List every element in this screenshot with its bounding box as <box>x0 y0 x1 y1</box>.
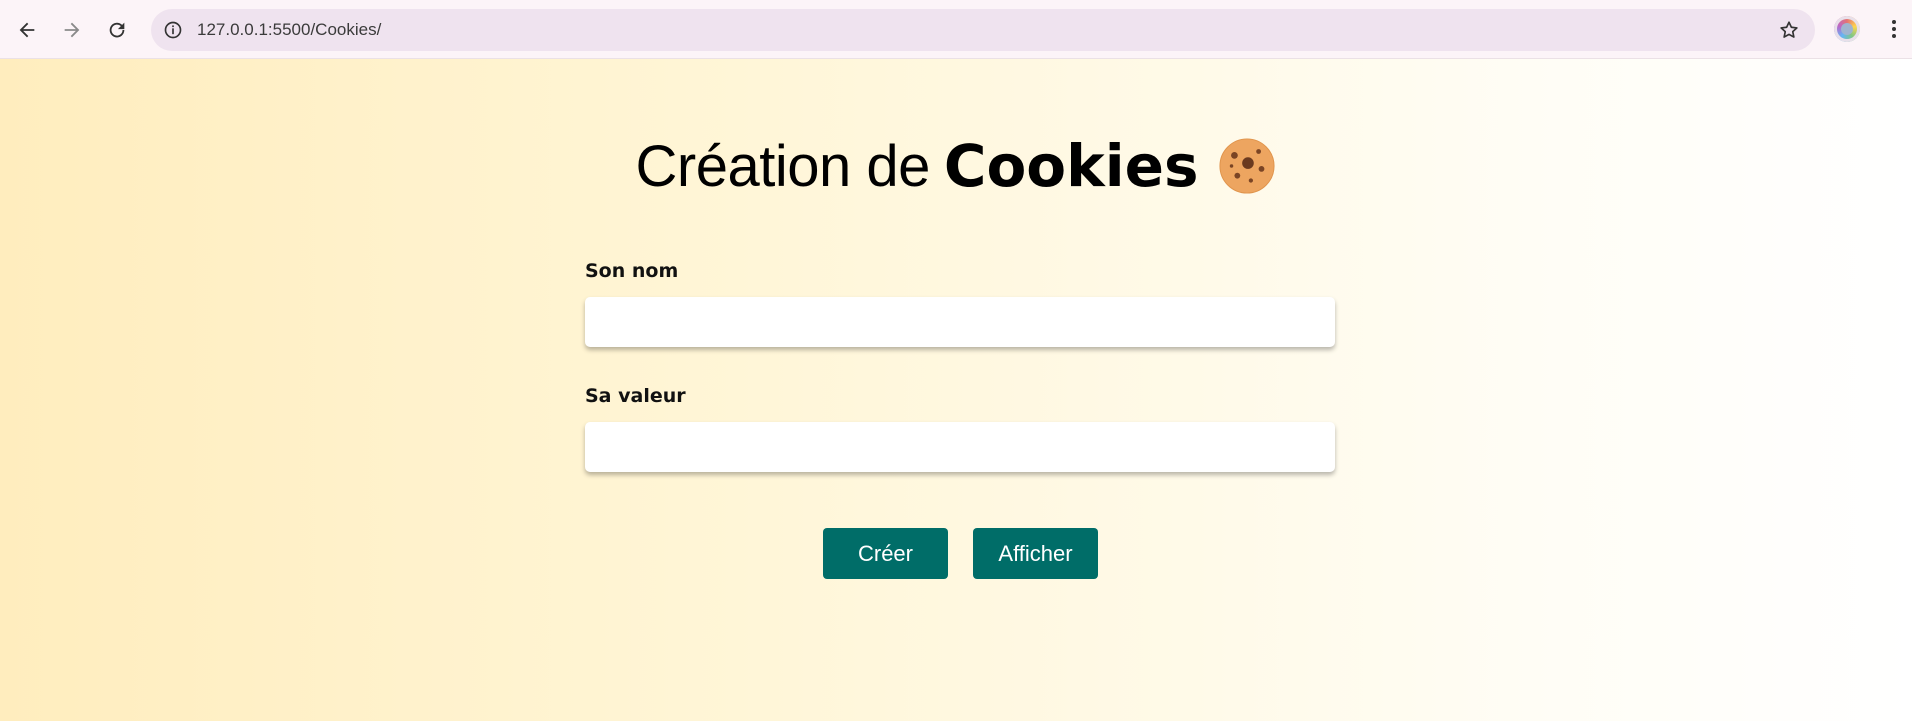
page-title: Création de Cookies <box>0 126 1912 206</box>
name-input[interactable] <box>585 297 1335 347</box>
page-content: Création de Cookies Son nom Sa valeur Cr… <box>0 59 1912 721</box>
value-label: Sa valeur <box>585 385 686 407</box>
browser-toolbar: 127.0.0.1:5500/Cookies/ <box>0 0 1912 59</box>
reload-button[interactable] <box>99 12 135 48</box>
reload-icon <box>109 22 125 38</box>
name-label: Son nom <box>585 260 679 282</box>
cookie-icon <box>1219 138 1276 194</box>
profile-avatar[interactable] <box>1834 16 1860 42</box>
address-bar[interactable]: 127.0.0.1:5500/Cookies/ <box>151 9 1815 51</box>
arrow-left-icon <box>19 22 35 38</box>
create-button[interactable]: Créer <box>823 528 948 579</box>
title-light-text: Création de <box>635 133 931 199</box>
show-button[interactable]: Afficher <box>973 528 1098 579</box>
info-icon[interactable] <box>161 18 185 42</box>
forward-button[interactable] <box>54 12 90 48</box>
value-input[interactable] <box>585 422 1335 472</box>
back-button[interactable] <box>9 12 45 48</box>
title-bold-text: Cookies <box>943 132 1199 200</box>
star-icon[interactable] <box>1777 18 1801 42</box>
arrow-right-icon <box>64 22 80 38</box>
kebab-menu-icon[interactable] <box>1882 16 1906 42</box>
url-text[interactable]: 127.0.0.1:5500/Cookies/ <box>197 9 381 51</box>
